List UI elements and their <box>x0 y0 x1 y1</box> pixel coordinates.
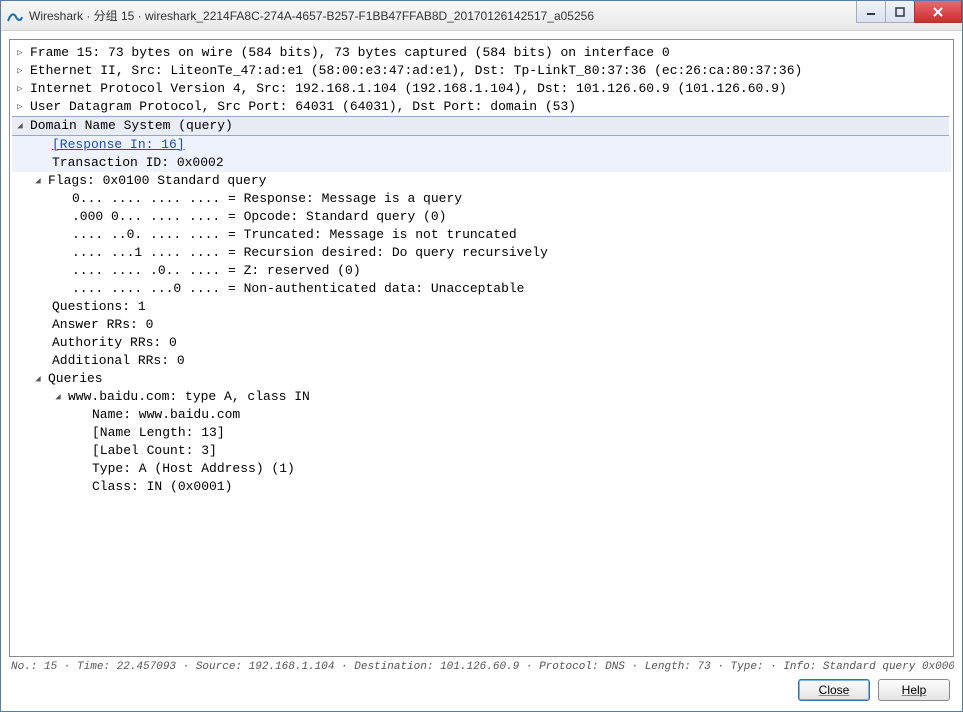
tree-row-flag-nonauth[interactable]: .... .... ...0 .... = Non-authenticated … <box>12 280 951 298</box>
window-controls <box>857 1 962 23</box>
tree-row-flag-response[interactable]: 0... .... .... .... = Response: Message … <box>12 190 951 208</box>
tree-row-flag-opcode[interactable]: .000 0... .... .... = Opcode: Standard q… <box>12 208 951 226</box>
tree-row-udp[interactable]: ▷ User Datagram Protocol, Src Port: 6403… <box>12 98 951 116</box>
tree-row-query-entry[interactable]: ◢ www.baidu.com: type A, class IN <box>12 388 951 406</box>
tree-label: Type: A (Host Address) (1) <box>92 460 295 478</box>
expand-icon[interactable]: ▷ <box>14 80 26 98</box>
tree-label: Ethernet II, Src: LiteonTe_47:ad:e1 (58:… <box>30 62 802 80</box>
tree-row-questions[interactable]: Questions: 1 <box>12 298 951 316</box>
collapse-icon[interactable]: ◢ <box>32 370 44 388</box>
tree-row-txid[interactable]: Transaction ID: 0x0002 <box>12 154 951 172</box>
status-line: No.: 15 · Time: 22.457093 · Source: 192.… <box>9 657 954 679</box>
tree-row-queries[interactable]: ◢ Queries <box>12 370 951 388</box>
tree-label: Answer RRs: 0 <box>52 316 153 334</box>
dialog-button-row: Close Help <box>9 679 954 703</box>
tree-row-dns[interactable]: ◢ Domain Name System (query) <box>12 116 949 136</box>
tree-label: www.baidu.com: type A, class IN <box>68 388 310 406</box>
tree-row-frame[interactable]: ▷ Frame 15: 73 bytes on wire (584 bits),… <box>12 44 951 62</box>
packet-details-tree[interactable]: ▷ Frame 15: 73 bytes on wire (584 bits),… <box>9 39 954 657</box>
tree-row-q-class[interactable]: Class: IN (0x0001) <box>12 478 951 496</box>
tree-label: .... ...1 .... .... = Recursion desired:… <box>72 244 548 262</box>
tree-label: Name: www.baidu.com <box>92 406 240 424</box>
wireshark-icon <box>7 8 23 24</box>
tree-label: Frame 15: 73 bytes on wire (584 bits), 7… <box>30 44 670 62</box>
tree-row-answer-rrs[interactable]: Answer RRs: 0 <box>12 316 951 334</box>
minimize-button[interactable] <box>856 1 886 23</box>
tree-row-ip[interactable]: ▷ Internet Protocol Version 4, Src: 192.… <box>12 80 951 98</box>
tree-label: 0... .... .... .... = Response: Message … <box>72 190 462 208</box>
tree-label: [Name Length: 13] <box>92 424 225 442</box>
response-in-link[interactable]: [Response In: 16] <box>52 136 185 154</box>
tree-label: Queries <box>48 370 103 388</box>
dialog-content: ▷ Frame 15: 73 bytes on wire (584 bits),… <box>1 31 962 711</box>
tree-label: .000 0... .... .... = Opcode: Standard q… <box>72 208 446 226</box>
expand-icon[interactable]: ▷ <box>14 98 26 116</box>
tree-label: .... ..0. .... .... = Truncated: Message… <box>72 226 517 244</box>
titlebar: Wireshark · 分组 15 · wireshark_2214FA8C-2… <box>1 1 962 31</box>
tree-row-flag-rd[interactable]: .... ...1 .... .... = Recursion desired:… <box>12 244 951 262</box>
tree-row-additional-rrs[interactable]: Additional RRs: 0 <box>12 352 951 370</box>
help-button[interactable]: Help <box>878 679 950 701</box>
tree-row-q-name-len[interactable]: [Name Length: 13] <box>12 424 951 442</box>
tree-row-authority-rrs[interactable]: Authority RRs: 0 <box>12 334 951 352</box>
tree-row-flags[interactable]: ◢ Flags: 0x0100 Standard query <box>12 172 951 190</box>
tree-label: Class: IN (0x0001) <box>92 478 232 496</box>
tree-row-q-type[interactable]: Type: A (Host Address) (1) <box>12 460 951 478</box>
tree-label: Questions: 1 <box>52 298 146 316</box>
collapse-icon[interactable]: ◢ <box>52 388 64 406</box>
tree-label: User Datagram Protocol, Src Port: 64031 … <box>30 98 576 116</box>
tree-row-flag-z[interactable]: .... .... .0.. .... = Z: reserved (0) <box>12 262 951 280</box>
close-window-button[interactable] <box>914 1 962 23</box>
maximize-button[interactable] <box>885 1 915 23</box>
tree-label: Additional RRs: 0 <box>52 352 185 370</box>
tree-row-q-name[interactable]: Name: www.baidu.com <box>12 406 951 424</box>
expand-icon[interactable]: ▷ <box>14 62 26 80</box>
tree-label: .... .... ...0 .... = Non-authenticated … <box>72 280 524 298</box>
tree-label: Domain Name System (query) <box>30 117 233 135</box>
tree-row-flag-truncated[interactable]: .... ..0. .... .... = Truncated: Message… <box>12 226 951 244</box>
tree-label: Internet Protocol Version 4, Src: 192.16… <box>30 80 787 98</box>
tree-row-q-label-count[interactable]: [Label Count: 3] <box>12 442 951 460</box>
tree-label: .... .... .0.. .... = Z: reserved (0) <box>72 262 361 280</box>
tree-row-ethernet[interactable]: ▷ Ethernet II, Src: LiteonTe_47:ad:e1 (5… <box>12 62 951 80</box>
collapse-icon[interactable]: ◢ <box>14 117 26 135</box>
collapse-icon[interactable]: ◢ <box>32 172 44 190</box>
tree-label: Transaction ID: 0x0002 <box>52 154 224 172</box>
expand-icon[interactable]: ▷ <box>14 44 26 62</box>
tree-label: Flags: 0x0100 Standard query <box>48 172 266 190</box>
window-title: Wireshark · 分组 15 · wireshark_2214FA8C-2… <box>29 7 594 24</box>
tree-row-response-in[interactable]: [Response In: 16] <box>12 136 951 154</box>
tree-label: Authority RRs: 0 <box>52 334 177 352</box>
tree-label: [Label Count: 3] <box>92 442 217 460</box>
close-button[interactable]: Close <box>798 679 870 701</box>
